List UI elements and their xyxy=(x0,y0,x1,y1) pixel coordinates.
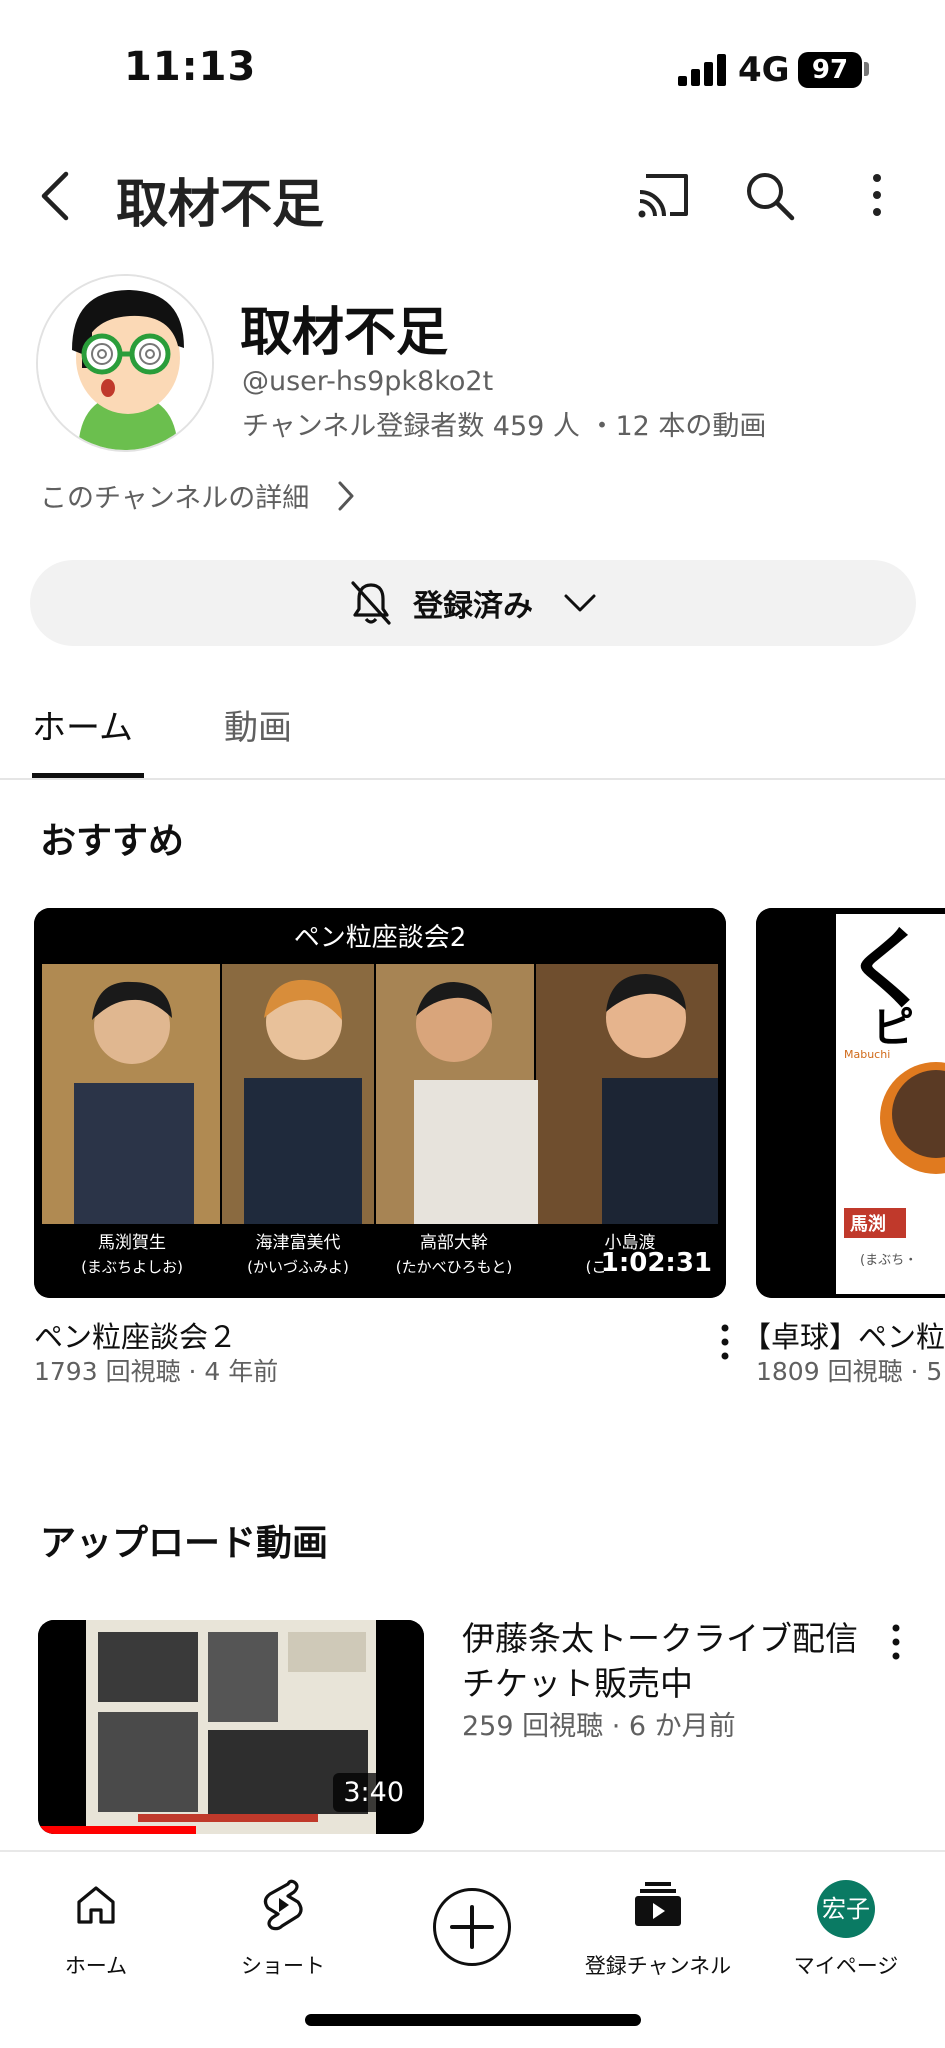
signal-strength-icon xyxy=(678,54,728,86)
profile-avatar: 宏子 xyxy=(817,1880,875,1938)
more-options-icon[interactable] xyxy=(890,1622,902,1662)
video-title[interactable]: 伊藤条太トークライブ配信チケット販売中 xyxy=(462,1616,862,1706)
details-link-label: このチャンネルの詳細 xyxy=(40,483,310,514)
nav-label: ホーム xyxy=(64,1954,128,1978)
nav-label: マイページ xyxy=(793,1954,899,1978)
channel-page: 11:13 4G 97 取材不足 取材不足 @user-hs9pk8ko2t チ… xyxy=(0,0,945,2048)
create-plus-icon xyxy=(433,1888,511,1966)
bottom-navigation: ホーム ショート 登録チャンネル 宏子 マイページ xyxy=(0,1850,945,2048)
nav-label: ショート xyxy=(241,1954,325,1978)
status-time: 11:13 xyxy=(124,44,257,90)
thumbnail-text: ピ xyxy=(872,1003,914,1052)
thumbnail-caption-reading: (たかべひろもと) xyxy=(396,1258,512,1276)
uploads-section-title: アップロード動画 xyxy=(40,1523,329,1564)
chevron-right-icon xyxy=(338,481,354,510)
tab-videos[interactable]: 動画 xyxy=(224,700,292,778)
video-duration: 1:02:31 xyxy=(600,1248,712,1278)
thumbnail-caption-name: 馬渕賀生 xyxy=(98,1233,166,1253)
video-title[interactable]: ペン粒座談会２ xyxy=(34,1314,237,1356)
network-type: 4G xyxy=(738,50,790,90)
channel-name: 取材不足 xyxy=(240,303,449,363)
subscribe-label: 登録済み xyxy=(413,589,533,624)
video-meta: 259 回視聴 · 6 か月前 xyxy=(462,1711,736,1742)
shorts-icon xyxy=(263,1879,303,1931)
battery-indicator: 97 xyxy=(798,52,862,88)
search-icon[interactable] xyxy=(742,168,798,224)
chevron-down-icon xyxy=(564,594,596,612)
top-app-bar: 取材不足 xyxy=(0,150,945,240)
channel-tabs: ホーム 動画 xyxy=(0,690,945,780)
thumbnail-text: 馬渕 xyxy=(850,1213,886,1235)
video-meta: 1809 回視聴 · 5 xyxy=(756,1357,943,1386)
thumbnail-text: (まぶち・ xyxy=(860,1253,917,1268)
watch-progress-bar xyxy=(38,1826,197,1834)
home-icon xyxy=(77,1886,115,1924)
thumbnail-caption-name: 海津富美代 xyxy=(256,1233,341,1253)
nav-label: 登録チャンネル xyxy=(584,1954,732,1978)
channel-avatar[interactable] xyxy=(36,274,214,452)
thumbnail-caption-name: 高部大幹 xyxy=(420,1232,488,1253)
video-duration: 3:40 xyxy=(333,1773,414,1812)
thumbnail-image: ペン粒座談会2 馬渕賀生 (まぶちよしお) 海津富美代 (かいづふみよ) 高部大… xyxy=(34,908,726,1298)
recommended-section-title: おすすめ xyxy=(40,821,185,862)
video-meta: 1793 回視聴 · 4 年前 xyxy=(34,1357,279,1386)
thumbnail-image: く ピ Mabuchi 馬渕 (まぶち・ xyxy=(756,908,945,1298)
thumbnail-caption-reading: (まぶちよしお) xyxy=(81,1258,183,1276)
more-options-icon[interactable] xyxy=(862,170,892,220)
thumbnail-banner-text: ペン粒座談会2 xyxy=(294,923,467,953)
channel-handle: @user-hs9pk8ko2t xyxy=(242,366,494,397)
cast-icon[interactable] xyxy=(636,170,692,220)
thumbnail-text: Mabuchi xyxy=(844,1048,890,1061)
video-title[interactable]: 【卓球】ペン粒 xyxy=(742,1314,945,1356)
avatar-illustration xyxy=(38,276,212,450)
video-thumbnail[interactable]: く ピ Mabuchi 馬渕 (まぶち・ xyxy=(756,908,945,1298)
channel-stats: チャンネル登録者数 459 人 ・12 本の動画 xyxy=(242,411,767,442)
back-arrow-icon[interactable] xyxy=(36,168,76,224)
home-indicator xyxy=(305,2014,641,2026)
channel-details-link[interactable]: このチャンネルの詳細 xyxy=(40,476,357,515)
tab-home[interactable]: ホーム xyxy=(32,700,144,778)
bell-off-icon xyxy=(351,581,391,625)
subscribed-button[interactable]: 登録済み xyxy=(30,560,916,646)
video-thumbnail[interactable]: ペン粒座談会2 馬渕賀生 (まぶちよしお) 海津富美代 (かいづふみよ) 高部大… xyxy=(34,908,726,1298)
app-bar-title: 取材不足 xyxy=(116,175,325,235)
thumbnail-caption-reading: (かいづふみよ) xyxy=(247,1258,349,1276)
subscriptions-icon xyxy=(635,1882,681,1926)
video-thumbnail[interactable]: 3:40 xyxy=(38,1620,424,1834)
battery-cap xyxy=(864,62,869,76)
more-options-icon[interactable] xyxy=(719,1322,731,1362)
status-bar: 11:13 4G 97 xyxy=(0,0,945,130)
